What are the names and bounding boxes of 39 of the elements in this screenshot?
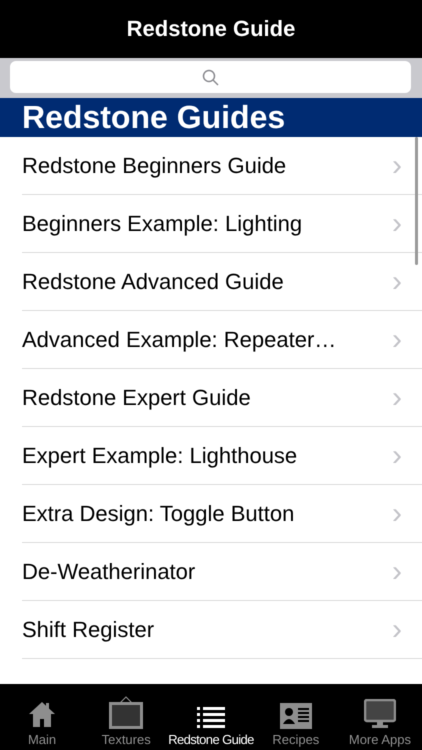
list-row[interactable]: Advanced Example: Repeater… › [22, 311, 422, 369]
chevron-icon: › [392, 324, 402, 354]
picture-frame-icon [109, 695, 144, 729]
tab-item[interactable]: Recipes [254, 684, 338, 750]
row-label: Redstone Beginners Guide [22, 152, 286, 178]
section-title: Redstone Guides [22, 99, 286, 136]
row-label: Advanced Example: Repeater… [22, 326, 336, 352]
chevron-icon: › [392, 614, 402, 644]
row-label: Beginners Example: Lighting [22, 210, 302, 236]
row-label: De-Weatherinator [22, 558, 196, 584]
chevron-icon: › [392, 498, 402, 528]
row-label: Expert Example: Lighthouse [22, 442, 298, 468]
list-row[interactable]: Expert Example: Lighthouse › [22, 427, 422, 485]
tab-item[interactable]: More Apps [338, 684, 422, 750]
nav-title: Redstone Guide [126, 16, 296, 42]
chevron-icon: › [392, 440, 402, 470]
list-row[interactable]: Redstone Expert Guide › [22, 369, 422, 427]
list-row[interactable]: De-Weatherinator › [22, 543, 422, 601]
tab-item[interactable]: Redstone Guide [168, 684, 254, 750]
chevron-icon: › [392, 556, 402, 586]
tab-item[interactable]: Textures [84, 684, 168, 750]
tab-item[interactable]: Main [0, 684, 84, 750]
list-row[interactable]: Shift Register › [22, 601, 422, 659]
list-icon [197, 707, 225, 729]
search-icon [202, 68, 219, 86]
row-label: Redstone Advanced Guide [22, 268, 284, 294]
list-row[interactable]: Redstone Advanced Guide › [22, 253, 422, 311]
row-label: Extra Design: Toggle Button [22, 500, 294, 526]
contact-card-icon [280, 703, 312, 729]
list-row[interactable]: Extra Design: Toggle Button › [22, 485, 422, 543]
chevron-icon: › [392, 150, 402, 180]
search-field[interactable] [10, 61, 411, 93]
house-icon [27, 699, 58, 729]
chevron-icon: › [392, 382, 402, 412]
chevron-icon: › [392, 266, 402, 296]
monitor-icon [364, 699, 396, 729]
chevron-icon: › [392, 208, 402, 238]
row-label: Shift Register [22, 616, 154, 642]
row-label: Redstone Expert Guide [22, 384, 251, 410]
